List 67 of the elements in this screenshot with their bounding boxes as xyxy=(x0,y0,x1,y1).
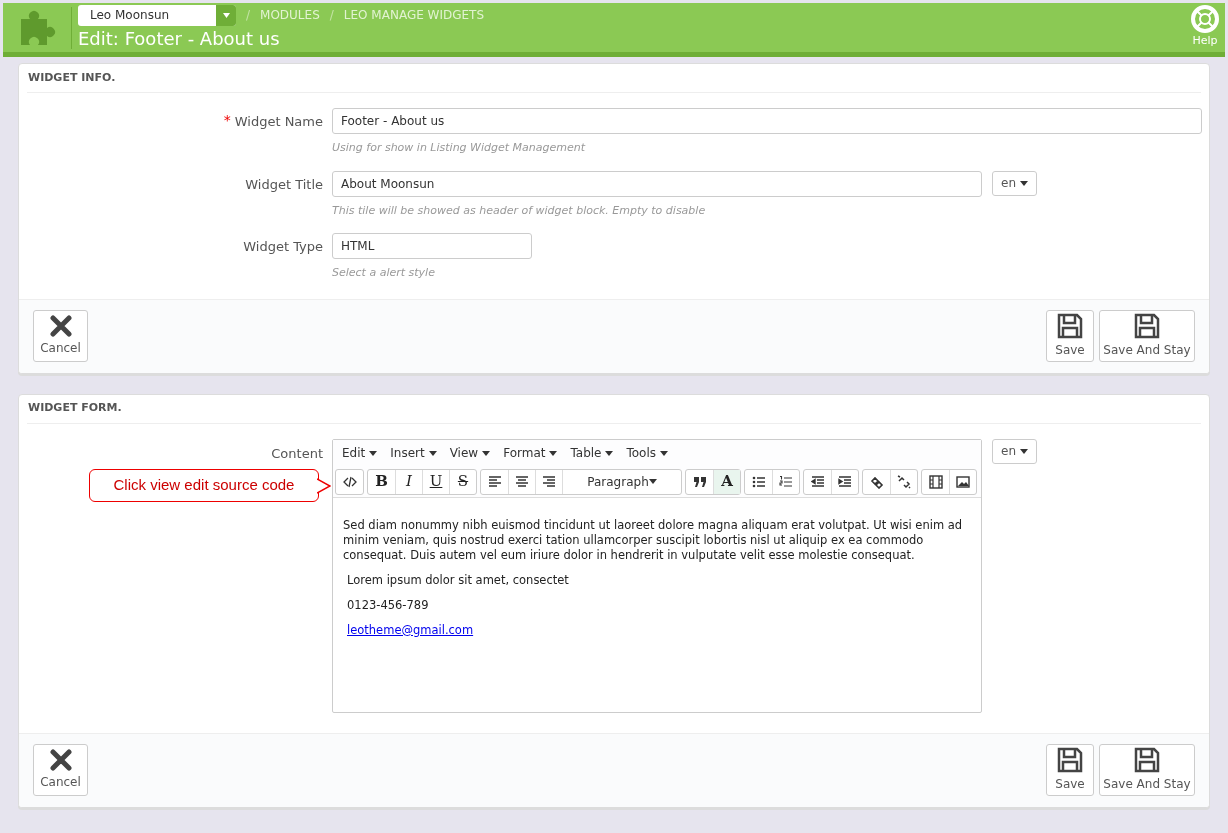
caret-icon xyxy=(369,450,378,456)
editor-paragraph: Sed diam nonummy nibh euismod tincidunt ut laoreet dolore magna aliquam erat volutpat. Ut wisi enim ad minim veniam, quis nostrud exerci tation ullamcorper suscipit lobortis nisl ut aliquip ex ea commodo consequat. Duis autem vel eum iriure dolor in hendrerit in vulputate velit esse molestie consequat. xyxy=(343,517,964,563)
align-left-icon xyxy=(487,474,502,489)
toolbar-button[interactable]: S xyxy=(449,469,476,494)
breadcrumb-separator: / xyxy=(246,7,251,24)
editor-paragraph: 0123-456-789 xyxy=(346,597,430,613)
editor-paragraph: Lorem ipsum dolor sit amet, consectet xyxy=(346,572,570,588)
field-label: Content xyxy=(271,444,323,463)
code-icon xyxy=(342,474,357,489)
image-icon xyxy=(956,474,970,489)
help-text: Select a alert style xyxy=(332,265,436,281)
field-label: Widget Name xyxy=(234,113,323,131)
toolbar-button[interactable]: A xyxy=(713,469,740,494)
page-title: Edit: Footer - About us xyxy=(78,26,281,51)
caret-icon xyxy=(1020,448,1028,454)
field-label: Widget Title xyxy=(245,175,323,194)
menu-item[interactable]: Insert xyxy=(390,444,437,462)
numbered-list-icon xyxy=(779,474,793,489)
help-text: This tile will be showed as header of widget block. Empty to disable xyxy=(332,202,707,219)
bullet-list-icon xyxy=(751,474,766,489)
callout-pointer xyxy=(317,477,331,494)
toolbar-button[interactable]: U xyxy=(422,469,449,494)
toolbar-button[interactable]: I xyxy=(395,469,422,494)
caret-icon xyxy=(549,450,558,456)
outdent-icon xyxy=(810,474,825,489)
rich-text-editor[interactable] xyxy=(332,438,982,713)
cancel-button[interactable]: Cancel xyxy=(33,310,88,362)
required-asterisk: * xyxy=(223,112,231,128)
caret-icon xyxy=(1020,180,1028,186)
save-and-stay-button[interactable]: Save And Stay xyxy=(1099,310,1195,362)
film-icon xyxy=(928,474,943,489)
caret-icon xyxy=(648,479,657,484)
menu-item[interactable]: View xyxy=(449,444,491,462)
save-button[interactable]: Save xyxy=(1046,310,1094,362)
email-link[interactable]: leotheme@gmail.com xyxy=(343,622,474,637)
save-button[interactable]: Save xyxy=(1046,744,1094,796)
toolbar-button[interactable]: B xyxy=(368,469,395,494)
field-label: Widget Type xyxy=(243,238,323,256)
shop-select[interactable]: Leo Moonsun xyxy=(78,4,236,26)
panel-heading: WIDGET INFO. xyxy=(28,69,116,86)
quote-icon xyxy=(692,474,707,489)
caret-icon xyxy=(605,450,614,456)
language-dropdown[interactable]: en xyxy=(992,438,1037,464)
close-icon xyxy=(49,315,72,337)
save-and-stay-button[interactable]: Save And Stay xyxy=(1099,744,1195,796)
caret-icon xyxy=(222,12,230,18)
lifebuoy-icon xyxy=(1191,5,1219,34)
link-icon xyxy=(869,474,884,489)
language-dropdown[interactable]: en xyxy=(992,170,1037,196)
text-field[interactable]: Footer - About us xyxy=(332,108,1202,134)
caret-icon xyxy=(428,450,437,456)
text-field[interactable]: About Moonsun xyxy=(332,170,982,197)
align-right-icon xyxy=(542,474,556,489)
caret-icon xyxy=(482,450,491,456)
text-field[interactable]: HTML xyxy=(332,233,532,259)
caret-icon xyxy=(660,450,669,456)
close-icon xyxy=(49,749,72,771)
menu-item[interactable]: Format xyxy=(503,444,558,462)
menu-item[interactable]: Edit xyxy=(342,444,378,462)
menu-item[interactable]: Table xyxy=(570,444,614,462)
align-center-icon xyxy=(515,474,529,489)
menu-item[interactable]: Tools xyxy=(626,444,669,462)
breadcrumb-separator: / xyxy=(329,7,334,24)
indent-icon xyxy=(838,474,852,489)
help-text: Using for show in Listing Widget Management xyxy=(332,140,587,156)
cancel-button[interactable]: Cancel xyxy=(33,744,88,796)
panel-heading: WIDGET FORM. xyxy=(28,400,122,417)
